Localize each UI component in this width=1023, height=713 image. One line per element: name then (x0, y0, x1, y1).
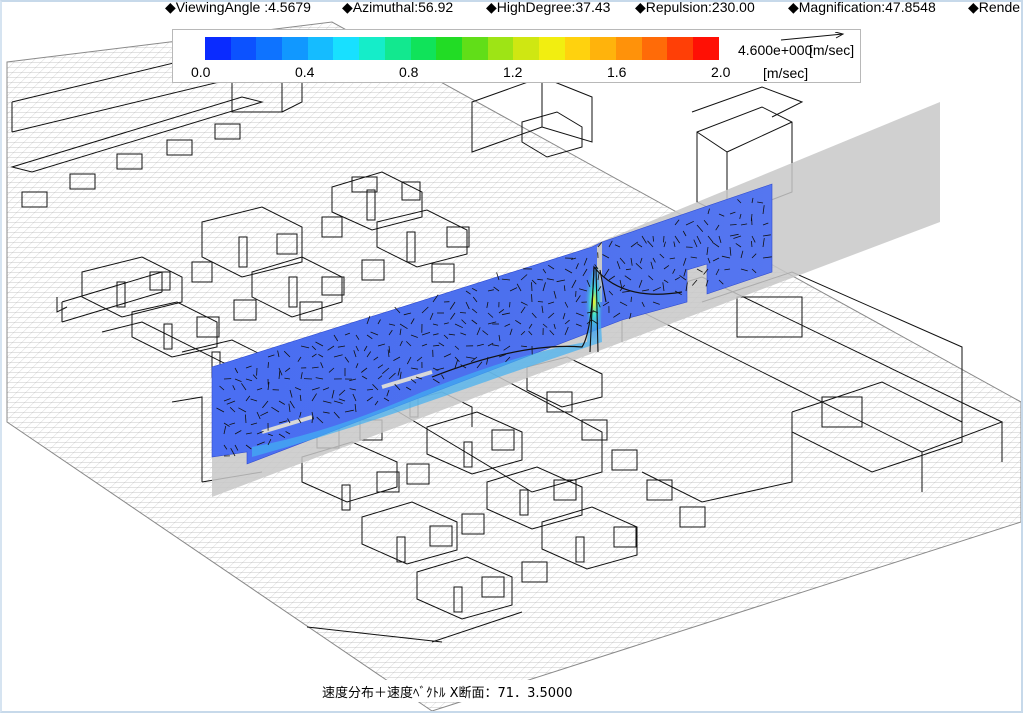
color-swatch (230, 37, 257, 60)
caption-text: 速度分布＋速度ﾍﾞｸﾄﾙ X断面：71．3.5000 (322, 686, 573, 701)
caption-bar: 速度分布＋速度ﾍﾞｸﾄﾙ X断面：71．3.5000 (270, 680, 858, 702)
color-swatch (333, 37, 360, 60)
legend-tick: 2.0 (711, 64, 731, 80)
high-degree-readout: ◆HighDegree:37.43 (486, 2, 611, 15)
color-swatch (590, 37, 616, 60)
viewing-angle-readout: ◆ViewingAngle :4.5679 (165, 2, 311, 15)
app-window: ◆ViewingAngle :4.5679 ◆Azimuthal:56.92 ◆… (0, 0, 1023, 713)
velocity-vector (531, 282, 533, 292)
render-readout: ◆Rende (968, 2, 1021, 15)
color-swatch (256, 37, 283, 60)
velocity-vector (663, 235, 665, 243)
color-swatch (359, 37, 385, 60)
vector-scale-value: 4.600e+000 (738, 42, 813, 58)
azimuthal-readout: ◆Azimuthal:56.92 (342, 2, 454, 15)
color-swatch (667, 37, 694, 60)
legend-unit: [m/sec] (763, 65, 809, 81)
velocity-vector (537, 301, 544, 303)
velocity-vector (729, 224, 737, 226)
color-swatch (307, 37, 334, 60)
color-swatch (513, 37, 539, 60)
color-scale-bar (205, 37, 719, 60)
color-swatch (487, 37, 514, 60)
color-swatch (205, 37, 231, 60)
color-swatch (641, 37, 668, 60)
legend-tick: 0.4 (295, 64, 315, 80)
repulsion-readout: ◆Repulsion:230.00 (635, 2, 755, 15)
velocity-vector (267, 362, 269, 369)
color-legend: 0.0 0.4 0.8 1.2 1.6 2.0 [m/sec] 4.600e+0… (172, 29, 861, 83)
color-swatch (410, 37, 437, 60)
velocity-vector (531, 294, 533, 303)
legend-tick: 0.8 (399, 64, 419, 80)
color-swatch (564, 37, 591, 60)
color-swatch (693, 37, 719, 60)
color-swatch (538, 37, 565, 60)
vector-scale-unit: [m/sec] (809, 42, 855, 58)
color-swatch (282, 37, 308, 60)
velocity-vector (459, 312, 467, 314)
legend-tick: 1.6 (607, 64, 627, 80)
legend-tick: 0.0 (191, 64, 211, 80)
legend-tick: 1.2 (503, 64, 523, 80)
velocity-vector (630, 296, 632, 303)
velocity-vector (509, 301, 511, 308)
status-bar: ◆ViewingAngle :4.5679 ◆Azimuthal:56.92 ◆… (2, 2, 1021, 18)
color-swatch (461, 37, 488, 60)
magnification-readout: ◆Magnification:47.8548 (788, 2, 936, 15)
color-swatch (436, 37, 462, 60)
color-swatch (384, 37, 411, 60)
color-swatch (616, 37, 642, 60)
3d-viewport[interactable] (2, 2, 1021, 711)
